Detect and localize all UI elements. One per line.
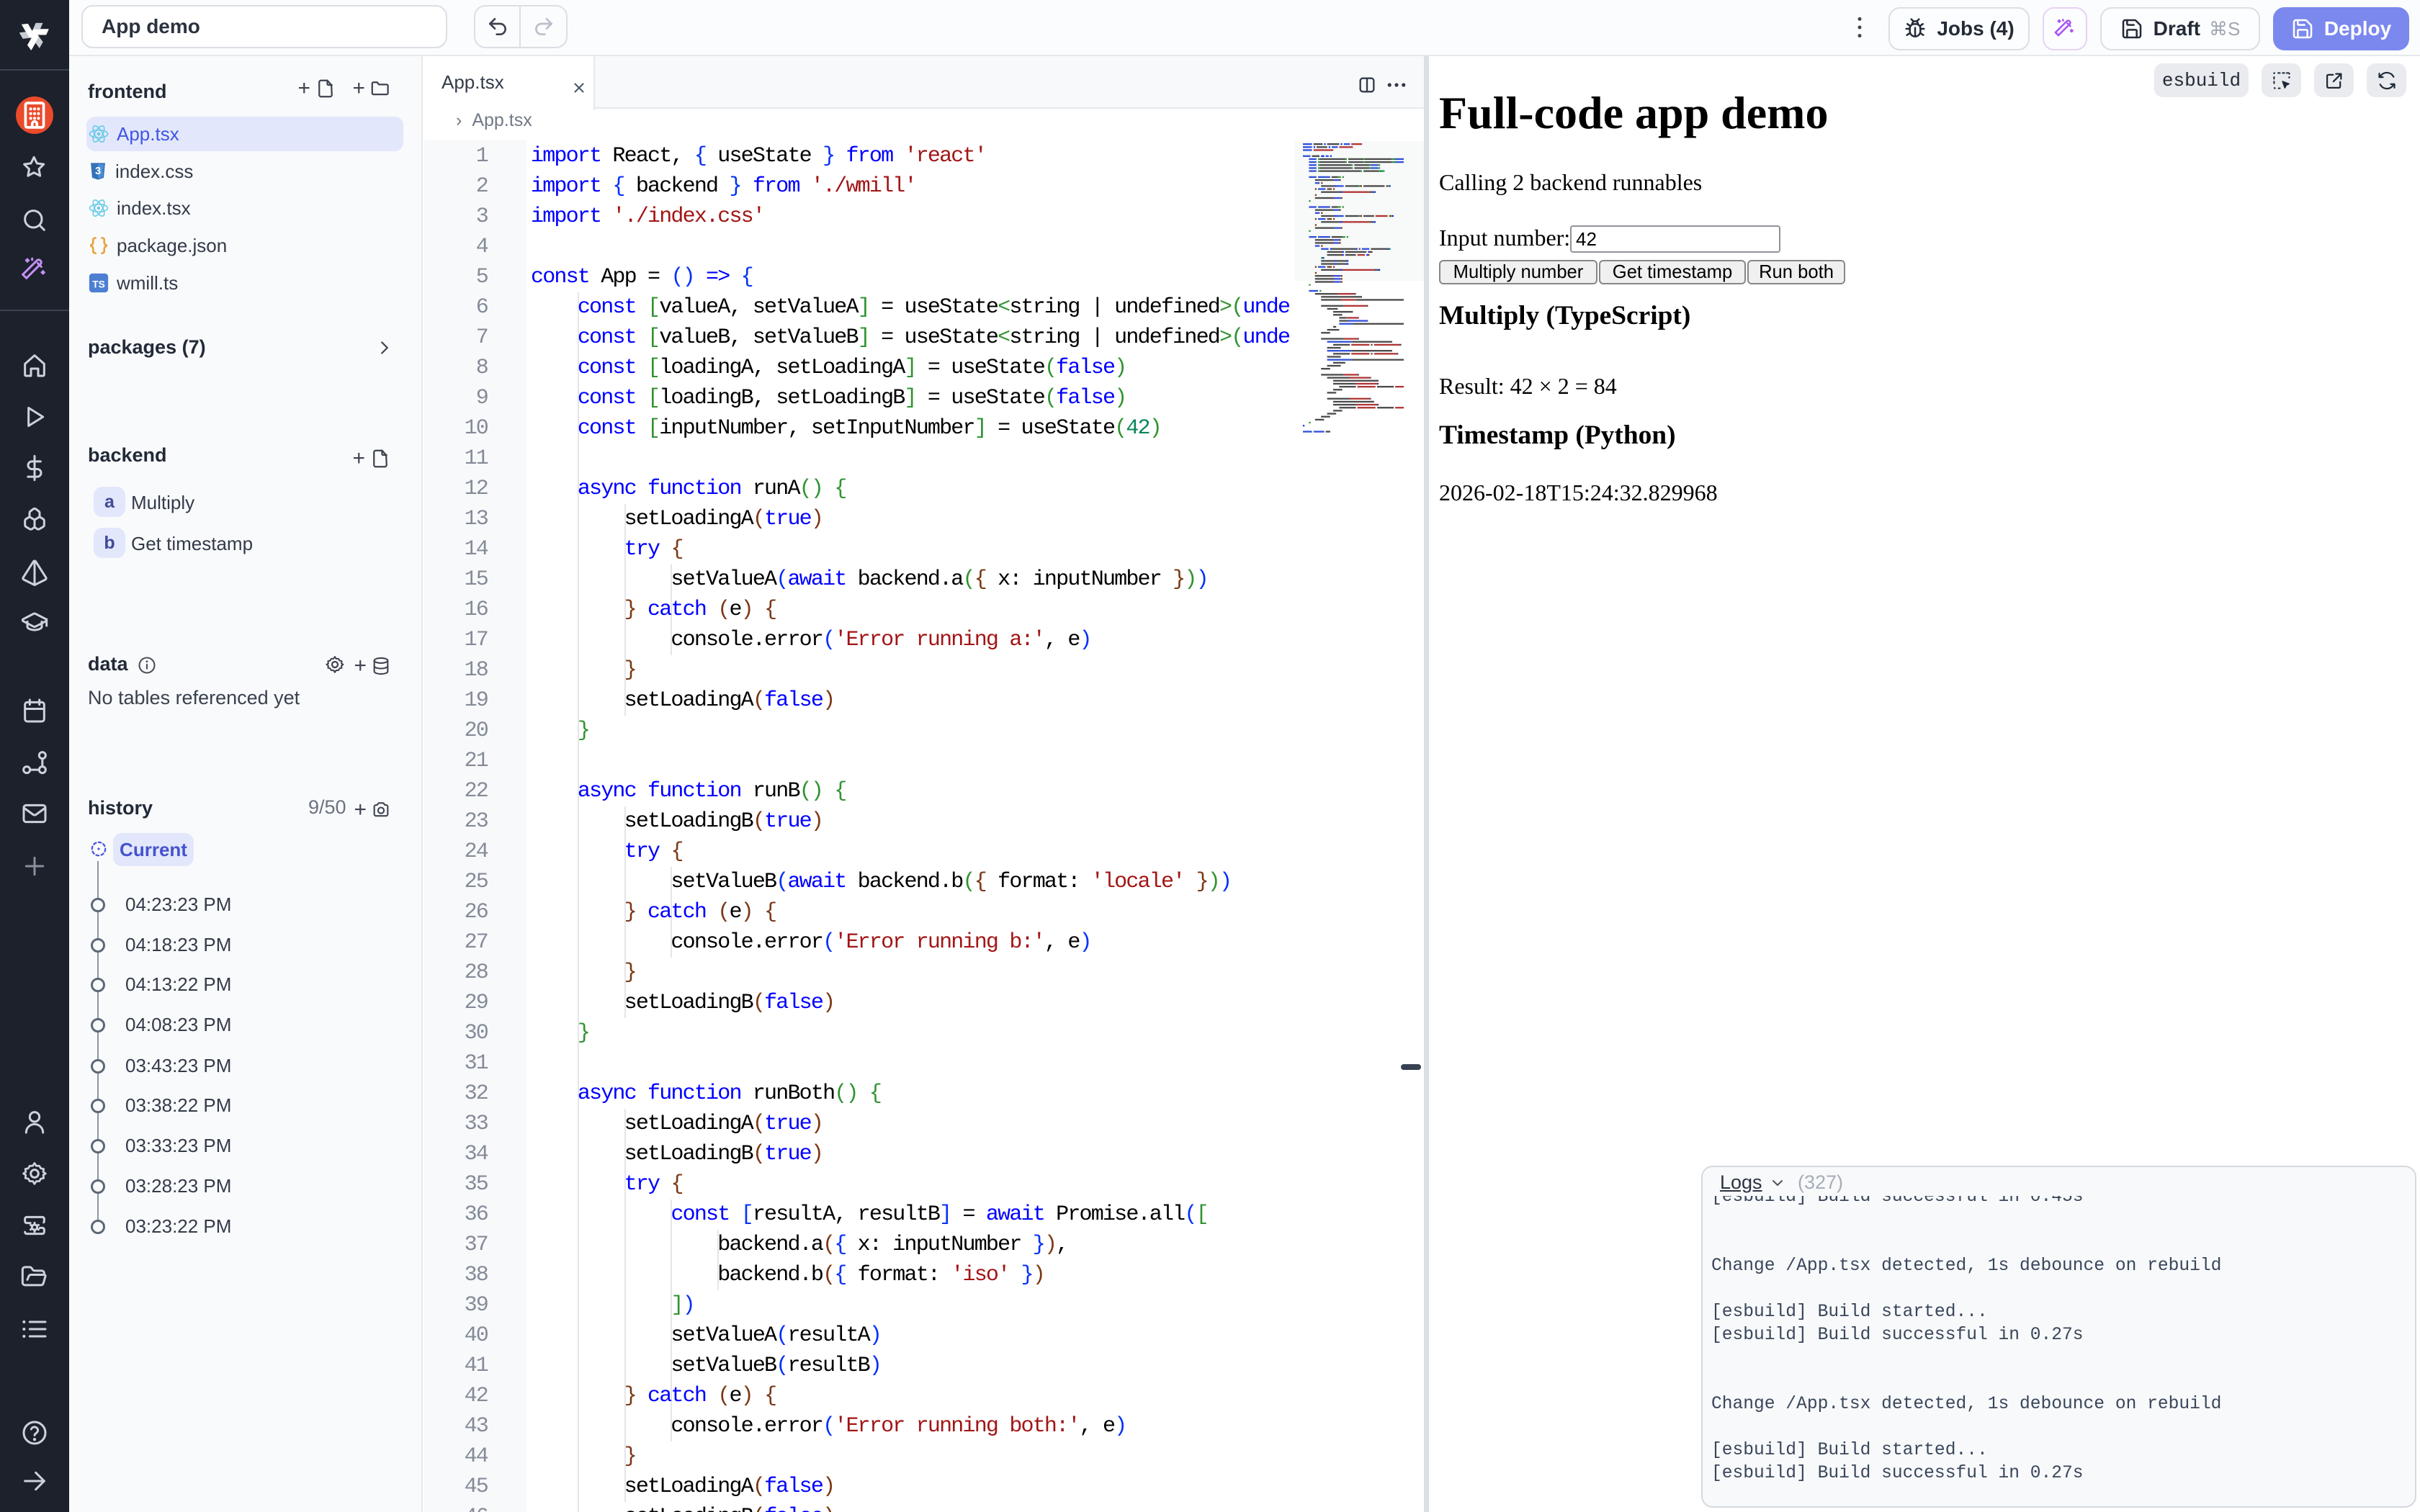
svg-text:3: 3: [95, 166, 101, 177]
svg-text:TS: TS: [92, 279, 105, 289]
